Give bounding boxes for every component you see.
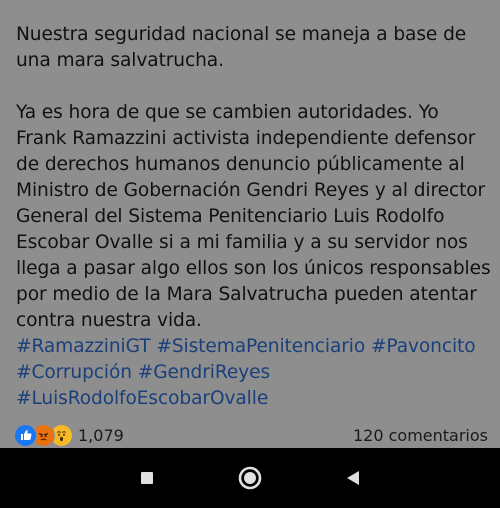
hashtag-link[interactable]: #LuisRodolfoEscobarOvalle [16,388,268,409]
post-paragraph-1: Nuestra seguridad nacional se maneja a b… [16,24,467,71]
hashtag-list: #RamazziniGT #SistemaPenitenciario #Pavo… [16,334,494,412]
hashtag-link[interactable]: #RamazziniGT [16,336,151,357]
recents-button[interactable] [135,466,159,490]
post-paragraph-2: Ya es hora de que se cambien autoridades… [16,102,491,331]
like-icon [14,423,37,447]
hashtag-link[interactable]: #Pavoncito [371,336,476,357]
square-icon [141,472,153,484]
hashtag-link[interactable]: #GendriReyes [138,362,270,383]
reaction-icons [14,423,73,447]
reactions-summary[interactable]: 1,079 [14,423,124,447]
reactions-bar: 1,079 120 comentarios [14,422,488,448]
post-text: Nuestra seguridad nacional se maneja a b… [16,22,494,412]
circle-icon [238,466,262,490]
hashtag-link[interactable]: #Corrupción [16,362,132,383]
hashtag-link[interactable]: #SistemaPenitenciario [156,336,365,357]
back-button[interactable] [341,466,365,490]
comments-count-link[interactable]: 120 comentarios [353,426,488,445]
post-card: Nuestra seguridad nacional se maneja a b… [0,0,500,448]
back-triangle-icon [347,471,359,485]
android-navigation-bar [0,448,500,508]
home-button[interactable] [238,466,262,490]
reaction-count: 1,079 [78,425,124,445]
